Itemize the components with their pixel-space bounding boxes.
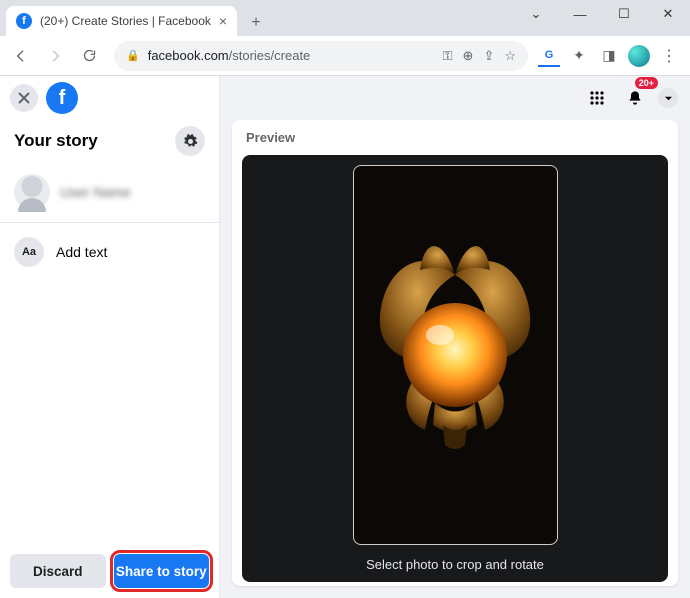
profile-avatar-icon[interactable] — [628, 45, 650, 67]
account-dropdown-button[interactable] — [658, 88, 678, 108]
preview-hint: Select photo to crop and rotate — [366, 557, 544, 572]
window-maximize-icon[interactable]: ☐ — [602, 0, 646, 28]
facebook-favicon: f — [16, 13, 32, 29]
arrow-left-icon — [13, 48, 29, 64]
extensions-area: G ✦ ◨ ⋮ — [538, 45, 684, 67]
share-to-story-button[interactable]: Share to story — [114, 554, 210, 588]
add-text-label: Add text — [56, 244, 107, 260]
back-button[interactable] — [6, 41, 36, 71]
browser-toolbar: 🔒 facebook.com/stories/create ⚿ ⊕ ⇪ ☆ G … — [0, 36, 690, 76]
bookmark-icon[interactable]: ☆ — [504, 48, 516, 64]
story-canvas[interactable] — [353, 165, 558, 545]
text-icon: Aa — [14, 237, 44, 267]
sidepanel-icon[interactable]: ◨ — [598, 45, 620, 67]
share-icon[interactable]: ⇪ — [483, 48, 494, 64]
notification-badge: 20+ — [635, 77, 658, 89]
main-column: 20+ Preview — [220, 76, 690, 598]
forward-button[interactable] — [40, 41, 70, 71]
browser-tab[interactable]: f (20+) Create Stories | Facebook × — [6, 6, 237, 36]
facebook-app: f Your story User Name Aa Add text Disca… — [0, 76, 690, 598]
lock-icon: 🔒 — [126, 49, 140, 62]
tab-close-icon[interactable]: × — [219, 13, 227, 29]
reload-icon — [82, 48, 97, 63]
url-host: facebook.com — [148, 48, 229, 63]
discard-button[interactable]: Discard — [10, 554, 106, 588]
translate-extension-icon[interactable]: G — [538, 45, 560, 67]
close-icon — [18, 92, 30, 104]
tab-title: (20+) Create Stories | Facebook — [40, 14, 211, 28]
add-text-button[interactable]: Aa Add text — [0, 223, 219, 281]
author-name: User Name — [60, 184, 131, 200]
reload-button[interactable] — [74, 41, 104, 71]
window-controls: ⌄ ― ☐ ✕ — [514, 0, 690, 28]
zoom-icon[interactable]: ⊕ — [463, 48, 474, 64]
close-story-button[interactable] — [10, 84, 38, 112]
story-author-row[interactable]: User Name — [0, 168, 219, 223]
bell-icon — [627, 90, 643, 106]
facebook-top-icons: 20+ — [220, 76, 690, 120]
preview-stage: Select photo to crop and rotate — [242, 155, 668, 582]
story-image — [355, 215, 555, 495]
address-bar[interactable]: 🔒 facebook.com/stories/create ⚿ ⊕ ⇪ ☆ — [114, 41, 528, 71]
browser-menu-icon[interactable]: ⋮ — [658, 45, 680, 67]
facebook-logo[interactable]: f — [46, 82, 78, 114]
arrow-right-icon — [47, 48, 63, 64]
extensions-icon[interactable]: ✦ — [568, 45, 590, 67]
menu-grid-button[interactable] — [582, 83, 612, 113]
story-sidebar: f Your story User Name Aa Add text Disca… — [0, 76, 220, 598]
key-icon[interactable]: ⚿ — [443, 48, 453, 64]
new-tab-button[interactable]: + — [243, 10, 269, 36]
window-dropdown-icon[interactable]: ⌄ — [514, 0, 558, 28]
browser-titlebar: f (20+) Create Stories | Facebook × + ⌄ … — [0, 0, 690, 36]
window-minimize-icon[interactable]: ― — [558, 0, 602, 28]
story-settings-button[interactable] — [175, 126, 205, 156]
grid-icon — [589, 90, 605, 106]
chevron-down-icon — [664, 94, 673, 103]
gear-icon — [183, 134, 198, 149]
sidebar-title: Your story — [14, 131, 98, 151]
url-path: /stories/create — [229, 48, 311, 63]
preview-panel: Preview — [232, 120, 678, 586]
sidebar-footer: Discard Share to story — [0, 544, 219, 598]
preview-heading: Preview — [232, 120, 678, 155]
window-close-icon[interactable]: ✕ — [646, 0, 690, 28]
author-avatar — [14, 174, 50, 210]
notifications-button[interactable]: 20+ — [620, 83, 650, 113]
